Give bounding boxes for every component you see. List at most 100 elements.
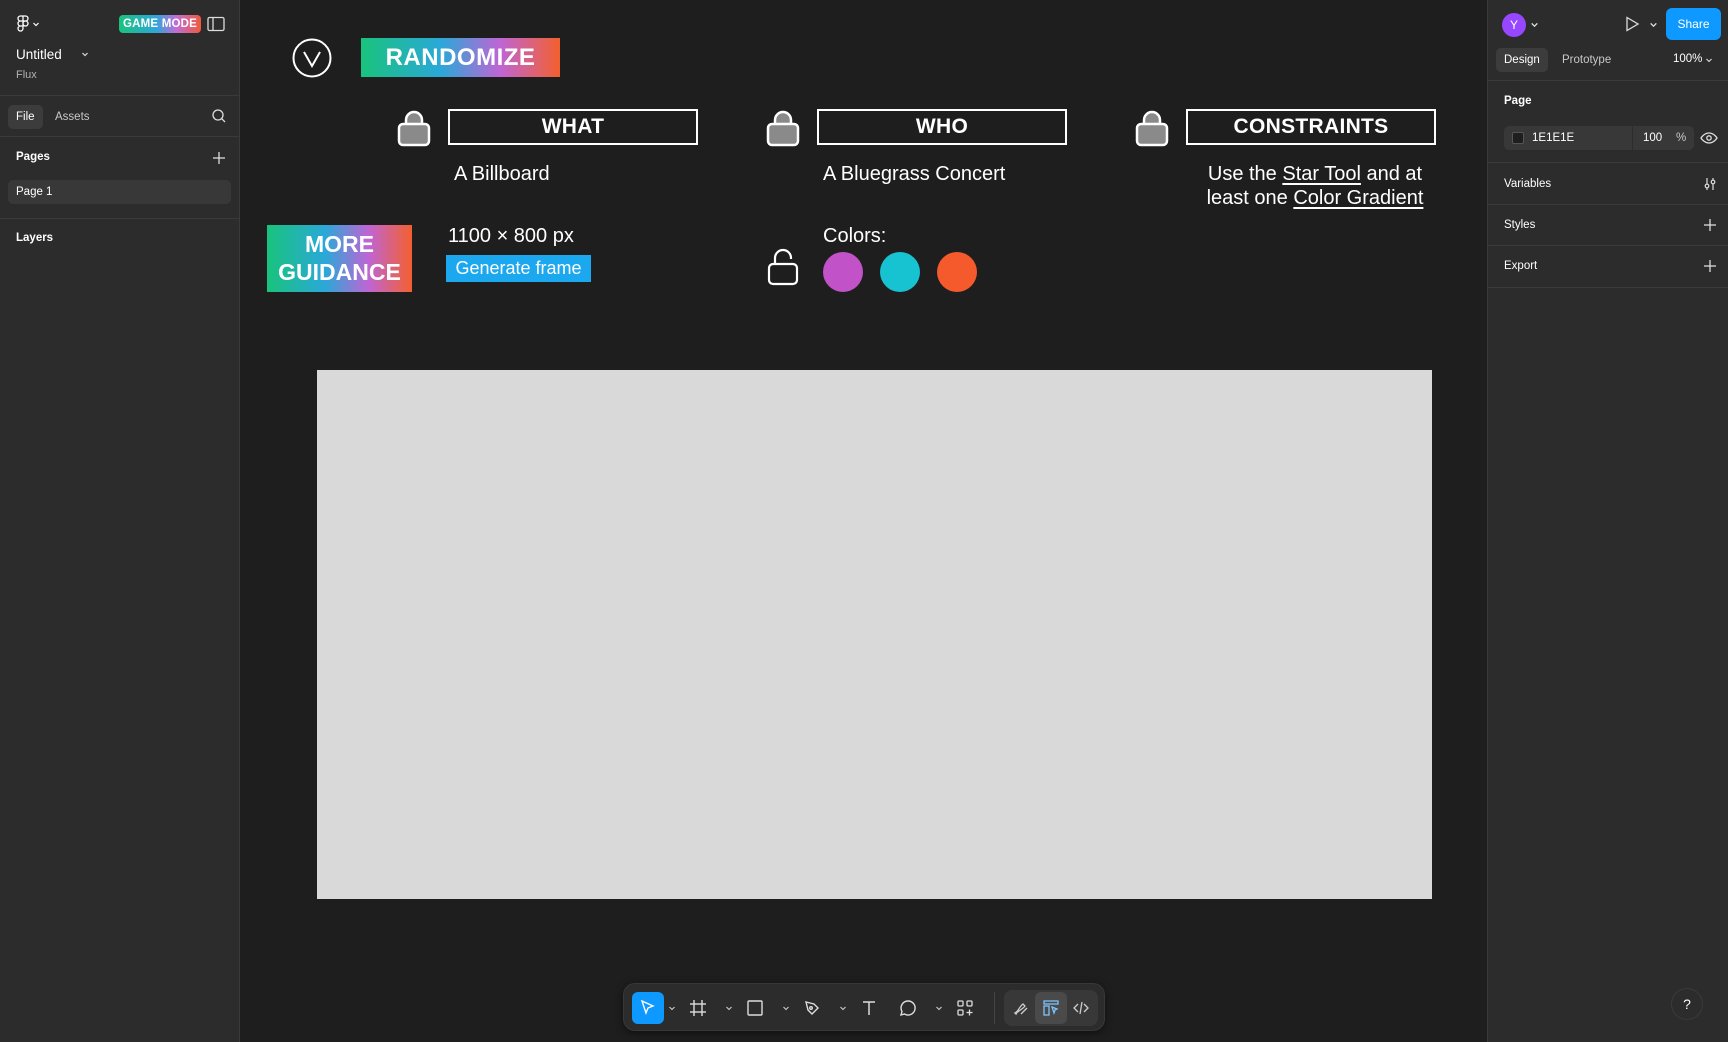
shape-tool-button[interactable] [739,992,771,1024]
page-section-title: Page [1504,95,1532,107]
lock-icon[interactable] [397,109,431,147]
chevron-down-icon [33,22,39,27]
field-divider [1632,126,1633,150]
styles-label: Styles [1504,219,1536,231]
chevron-down-icon[interactable] [1705,56,1713,64]
layers-heading: Layers [16,232,54,244]
chevron-down-icon[interactable] [839,1004,847,1012]
page-list-item[interactable]: Page 1 [8,180,231,204]
game-mode-badge[interactable]: GAME MODE [119,15,201,33]
add-export-icon[interactable] [1702,258,1718,274]
styles-section[interactable]: Styles [1488,205,1728,246]
color-gradient-link: Color Gradient [1293,187,1424,209]
color-swatch-orange[interactable] [937,252,977,292]
toolbar-divider [994,992,995,1024]
text-icon [863,1001,875,1015]
draw-icon [1013,1003,1028,1016]
pen-tool-button[interactable] [796,992,828,1024]
project-name[interactable]: Flux [16,69,37,81]
chevron-down-icon[interactable] [725,1004,733,1012]
tab-design[interactable]: Design [1496,48,1548,72]
constraints-value: Use the Star Tool and at least one Color… [1191,162,1439,210]
chevron-down-icon[interactable] [1530,20,1539,29]
chevron-down-icon[interactable] [668,1004,676,1012]
slot-who: WHO [817,109,1067,145]
colors-label: Colors: [823,225,887,247]
file-header: GAME MODE Untitled Flux [0,0,239,96]
share-button[interactable]: Share [1666,8,1721,40]
slot-what: WHAT [448,109,698,145]
export-label: Export [1504,260,1538,272]
cursor-icon [640,999,655,1016]
rectangle-icon [747,1000,763,1016]
page-properties-section: Page [1488,81,1728,163]
frame-tool-button[interactable] [682,992,714,1024]
more-guidance-line1: MORE [305,231,374,257]
present-play-icon[interactable] [1623,15,1641,33]
unlock-icon[interactable] [766,248,800,286]
lock-icon[interactable] [1135,109,1169,147]
opacity-unit: % [1676,132,1687,144]
comment-icon [899,1000,916,1017]
slot-constraints: CONSTRAINTS [1186,109,1436,145]
pages-heading: Pages [16,151,50,163]
add-page-icon[interactable] [211,150,227,166]
design-mode-button[interactable] [1035,992,1067,1024]
generate-frame-button[interactable]: Generate frame [446,255,591,282]
move-tool-button[interactable] [632,992,664,1024]
pages-section: Pages Page 1 [0,137,239,219]
add-style-icon[interactable] [1702,217,1718,233]
who-value: A Bluegrass Concert [823,163,1006,185]
bottom-toolbar [623,983,1105,1031]
star-tool-link: Star Tool [1282,163,1361,185]
color-swatch-purple[interactable] [823,252,863,292]
figma-app: GAME MODE Untitled Flux File Assets Page… [0,0,1728,1042]
zoom-level[interactable]: 100% [1673,53,1702,65]
left-tabs: File Assets [0,96,239,137]
lock-icon[interactable] [766,109,800,147]
actions-tool-button[interactable] [949,992,981,1024]
dev-mode-button[interactable] [1065,992,1097,1024]
variables-settings-icon[interactable] [1702,176,1718,192]
design-frame[interactable] [317,370,1432,899]
pen-icon [805,1001,819,1015]
left-sidebar: GAME MODE Untitled Flux File Assets Page… [0,0,240,1042]
background-hex[interactable]: 1E1E1E [1532,126,1574,150]
what-value: A Billboard [454,163,550,185]
comment-tool-button[interactable] [892,992,924,1024]
frame-icon [690,1000,706,1016]
chevron-down-icon[interactable] [935,1004,943,1012]
main-menu-button[interactable] [16,14,50,34]
color-chip[interactable] [1512,132,1524,144]
variables-label: Variables [1504,178,1552,190]
actions-icon [957,1000,973,1016]
export-section[interactable]: Export [1488,246,1728,288]
eye-icon[interactable] [1700,130,1718,146]
toggle-sidebar-icon[interactable] [207,16,225,32]
page-background-field[interactable]: 1E1E1E 100 % [1504,126,1694,150]
figma-logo-icon [17,15,29,32]
more-guidance-line2: GUIDANCE [278,259,401,285]
chevron-down-icon[interactable] [1649,20,1658,29]
draw-mode-button[interactable] [1005,992,1037,1024]
more-guidance-button[interactable]: MORE GUIDANCE [267,225,412,292]
color-swatch-cyan[interactable] [880,252,920,292]
file-title[interactable]: Untitled [16,47,62,62]
constraints-text-1: Use the [1207,163,1283,185]
text-tool-button[interactable] [853,992,885,1024]
tab-file[interactable]: File [8,105,43,129]
randomize-button[interactable]: RANDOMIZE [361,38,560,77]
tab-prototype[interactable]: Prototype [1554,48,1619,72]
right-sidebar: Y Share Design Prototype 100% Page 1E1E1… [1487,0,1728,1042]
frame-dimensions: 1100 × 800 px [448,225,574,247]
search-icon[interactable] [211,108,227,124]
avatar[interactable]: Y [1502,13,1526,37]
chevron-down-icon[interactable] [80,49,90,59]
background-opacity[interactable]: 100 [1643,126,1662,150]
help-button[interactable]: ? [1671,988,1703,1020]
chevron-down-icon[interactable] [782,1004,790,1012]
variables-section[interactable]: Variables [1488,164,1728,205]
collapse-chevron-icon[interactable] [292,38,332,78]
tab-assets[interactable]: Assets [47,105,98,129]
design-icon [1043,1000,1059,1016]
